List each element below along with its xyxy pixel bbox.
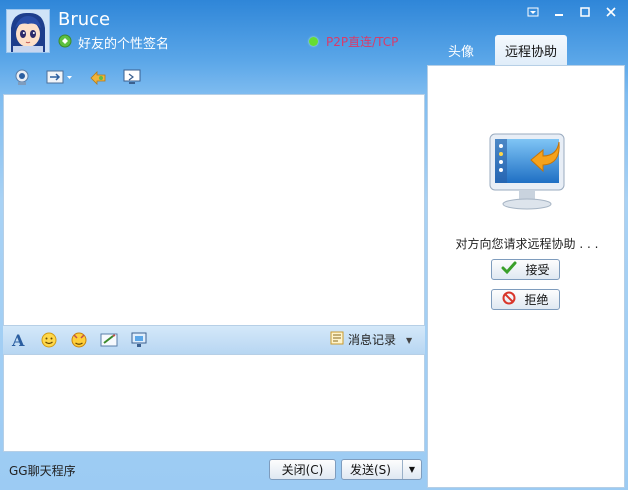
video-camera-icon[interactable] [12, 67, 32, 87]
send-label: 发送(S) [350, 463, 391, 477]
handwriting-icon[interactable] [99, 330, 119, 350]
screenshot-icon[interactable] [129, 330, 149, 350]
message-input[interactable] [3, 354, 425, 452]
chat-toolbar [12, 67, 142, 87]
accept-button[interactable]: 接受 [491, 259, 560, 280]
connection-status: P2P直连/TCP [326, 35, 399, 49]
app-name-label: GG聊天程序 [9, 464, 76, 478]
reject-button[interactable]: 拒绝 [491, 289, 560, 310]
avatar[interactable] [6, 9, 50, 53]
close-button[interactable]: 关闭(C) [269, 459, 336, 480]
file-transfer-icon[interactable] [46, 67, 74, 87]
reject-label: 拒绝 [524, 293, 549, 307]
history-label: 消息记录 [348, 333, 397, 347]
font-icon[interactable]: A [9, 330, 29, 350]
emoticon-icon[interactable] [39, 330, 59, 350]
message-history-button[interactable]: 消息记录 [330, 331, 396, 348]
message-history-area[interactable] [3, 94, 425, 326]
accept-label: 接受 [525, 263, 550, 277]
chat-window: Bruce 好友的个性签名 P2P直连/TCP A 消息记录 ▼ GG聊天程序 … [0, 0, 628, 490]
send-button[interactable]: 发送(S) ▼ [341, 459, 422, 480]
minimize-icon[interactable] [546, 2, 572, 22]
close-icon[interactable] [598, 2, 624, 22]
magic-emoticon-icon[interactable] [69, 330, 89, 350]
signature-text[interactable]: 好友的个性签名 [78, 33, 169, 52]
svg-text:A: A [11, 331, 25, 349]
remote-assist-panel: 对方向您请求远程协助 . . . 接受 拒绝 [427, 65, 625, 488]
remote-assist-icon[interactable] [122, 67, 142, 87]
history-dropdown-icon[interactable]: ▼ [406, 336, 412, 345]
online-status-icon [309, 37, 318, 46]
window-controls [520, 2, 624, 22]
forbidden-icon [502, 291, 516, 308]
skin-icon[interactable] [520, 2, 546, 22]
shake-window-icon[interactable] [88, 67, 108, 87]
checkmark-icon [501, 261, 517, 278]
tab-avatar[interactable]: 头像 [427, 35, 495, 65]
remote-request-text: 对方向您请求远程协助 . . . [455, 237, 599, 251]
side-tabs: 头像 远程协助 [427, 35, 567, 65]
history-icon [330, 331, 344, 348]
signature-icon [58, 34, 72, 48]
send-options-dropdown-icon[interactable]: ▼ [402, 460, 421, 479]
maximize-icon[interactable] [572, 2, 598, 22]
remote-desktop-icon [487, 132, 567, 214]
username: Bruce [58, 9, 111, 30]
tab-remote-assist[interactable]: 远程协助 [495, 35, 567, 65]
